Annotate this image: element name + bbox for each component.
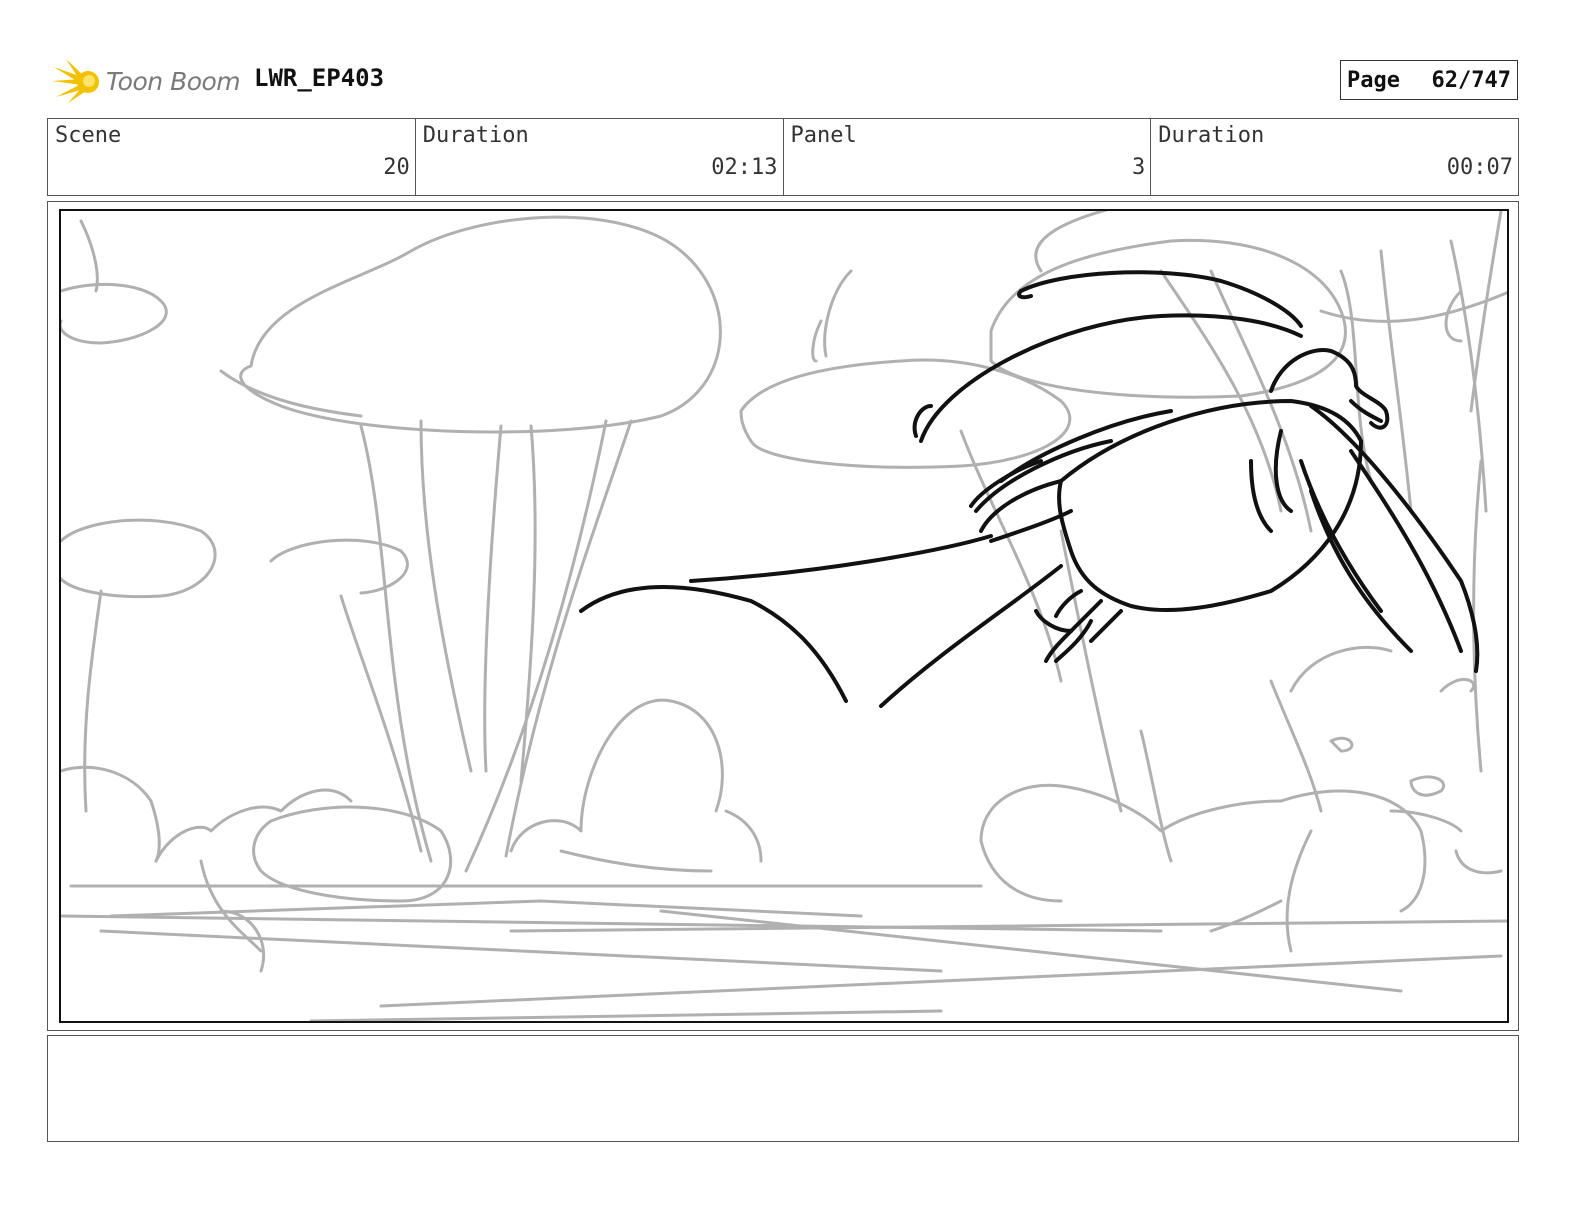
- toon-boom-logo: Toon Boom: [52, 56, 241, 106]
- scene-label: Scene: [55, 123, 122, 148]
- logo-text: Toon Boom: [106, 66, 241, 96]
- panel-cell: Panel 3: [784, 119, 1152, 195]
- sunburst-icon: [52, 59, 99, 103]
- storyboard-header: Toon Boom LWR_EP403 Page 62/747: [48, 54, 1538, 108]
- storyboard-sketch: [61, 211, 1507, 1021]
- project-title: LWR_EP403: [254, 64, 385, 92]
- panel-duration-cell: Duration 00:07: [1151, 119, 1518, 195]
- page-label: Page: [1347, 67, 1400, 93]
- panel-value: 3: [1132, 155, 1146, 180]
- scene-duration-cell: Duration 02:13: [416, 119, 784, 195]
- panel-notes-box: [47, 1035, 1519, 1142]
- scene-value: 20: [383, 155, 410, 180]
- panel-duration-label: Duration: [1158, 123, 1265, 148]
- bird-sketch: [579, 270, 1480, 708]
- page-indicator: Page 62/747: [1340, 60, 1518, 100]
- scene-duration-label: Duration: [422, 123, 529, 148]
- panel-drawing: [59, 209, 1509, 1023]
- panel-label: Panel: [790, 123, 857, 148]
- page-number: 62/747: [1431, 67, 1511, 93]
- scene-cell: Scene 20: [48, 119, 416, 195]
- panel-frame: [47, 201, 1519, 1031]
- panel-duration-value: 00:07: [1446, 155, 1513, 180]
- scene-duration-value: 02:13: [711, 155, 778, 180]
- scene-info-row: Scene 20 Duration 02:13 Panel 3 Duration…: [47, 118, 1519, 196]
